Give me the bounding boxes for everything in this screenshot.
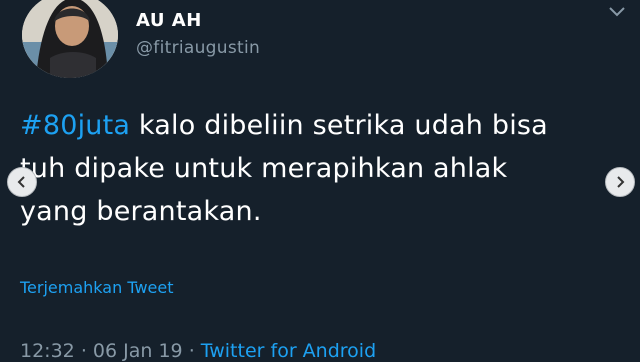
tweet-line2: tuh dipake untuk merapihkan ahlak xyxy=(20,153,508,184)
previous-button[interactable] xyxy=(7,167,37,197)
chevron-right-icon xyxy=(617,176,625,188)
tweet-time[interactable]: 12:32 xyxy=(20,340,75,362)
tweet-line1-rest: kalo dibeliin setrika udah bisa xyxy=(130,110,548,141)
chevron-left-icon xyxy=(17,176,25,188)
display-name[interactable]: AU AH xyxy=(136,10,202,31)
translate-tweet-link[interactable]: Terjemahkan Tweet xyxy=(20,278,173,297)
user-handle[interactable]: @fitriaugustin xyxy=(136,38,260,58)
tweet-line3: yang berantakan. xyxy=(20,196,262,227)
tweet-source-link[interactable]: Twitter for Android xyxy=(201,340,376,362)
tweet-meta: 12:32 · 06 Jan 19 · Twitter for Android xyxy=(20,340,376,362)
hashtag-link[interactable]: #80juta xyxy=(20,110,130,141)
avatar-photo xyxy=(22,0,118,78)
next-button[interactable] xyxy=(605,167,635,197)
tweet-date[interactable]: 06 Jan 19 xyxy=(93,340,183,362)
meta-separator-2: · xyxy=(188,340,195,362)
avatar[interactable] xyxy=(22,0,118,78)
chevron-down-icon[interactable] xyxy=(606,4,628,20)
tweet-text: #80juta kalo dibeliin setrika udah bisa t… xyxy=(20,104,632,233)
meta-separator: · xyxy=(80,340,87,362)
